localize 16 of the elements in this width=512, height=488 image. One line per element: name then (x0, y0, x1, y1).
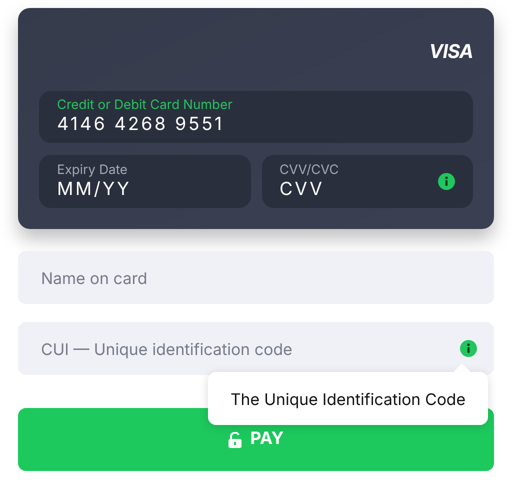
tooltip-text: The Unique Identification Code (230, 388, 466, 410)
field-label: Credit or Debit Card Number (57, 97, 234, 113)
info-icon[interactable] (460, 340, 477, 357)
card-field[interactable]: Expiry Date MM/YY (39, 155, 250, 208)
field-label: Expiry Date (57, 162, 128, 178)
field-value: CVV (280, 178, 326, 202)
field-value: 4146 4268 9551 (57, 113, 226, 137)
info-icon[interactable] (438, 173, 455, 190)
lock-icon (228, 432, 242, 448)
card-field[interactable]: CVV/CVC CVV (262, 155, 473, 208)
card-field[interactable]: Credit or Debit Card Number 4146 4268 9551 (39, 91, 473, 143)
name-field[interactable]: Name on card (18, 251, 494, 304)
card-brand: VISA (429, 42, 473, 62)
field-label: CVV/CVC (280, 162, 340, 178)
cui-field[interactable]: CUI — Unique identification code (18, 322, 494, 375)
field-value: MM/YY (57, 178, 132, 202)
